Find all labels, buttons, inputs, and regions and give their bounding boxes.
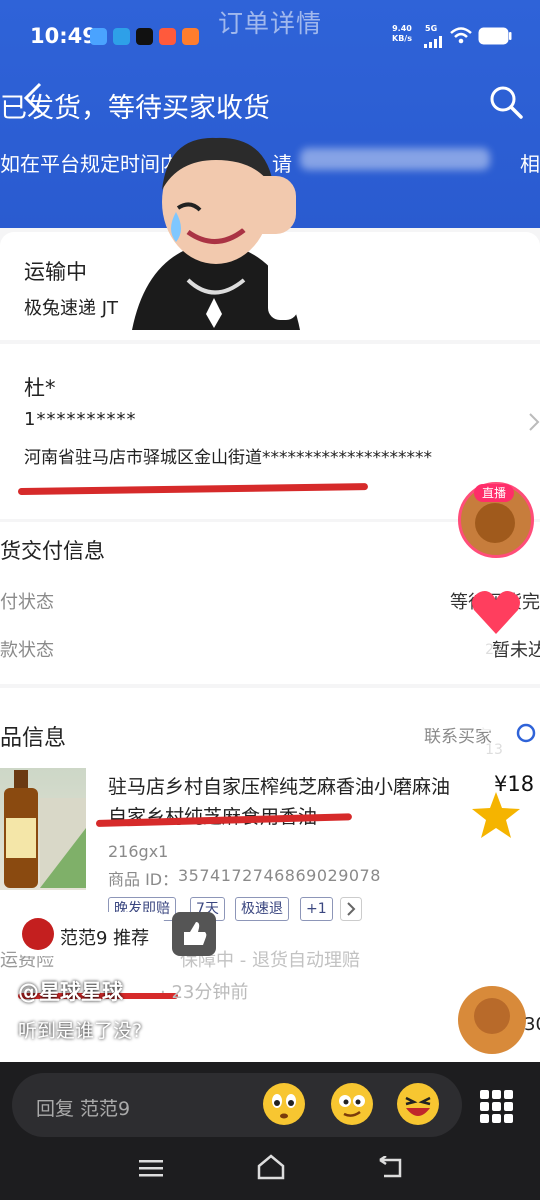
thumbs-up-button[interactable] [172,912,216,956]
favorites-count: 1 [489,844,499,860]
logistics-status: 运输中 [24,260,87,284]
delivery-section-title: 货交付信息 [0,539,105,563]
orange-app-icon [159,28,176,45]
reply-placeholder: 回复 范范9 [36,1098,131,1120]
partial-count: 30 [524,1014,540,1035]
subtitle-tail: 相 [520,152,540,176]
status-bar: 10:49 9.40 KB/s 5G [0,18,540,58]
thumbs-up-icon [184,922,207,945]
net-speed: 9.40 KB/s [392,24,412,44]
orange-app-icon [182,28,199,45]
recommender-avatar [22,918,54,950]
product-image[interactable] [0,768,86,890]
signal-5g: 5G [425,24,438,33]
author-avatar[interactable] [458,986,526,1054]
service-tag: 极速退 [235,897,289,921]
avatar [475,503,515,543]
grid-menu-icon[interactable] [478,1088,514,1124]
telegram-icon [113,28,130,45]
recommend-text: 范范9 推荐 [60,928,150,949]
back-nav-icon[interactable] [376,1156,404,1180]
delivery-row-label: 付状态 [0,592,54,613]
comments-count: 13 [485,742,503,758]
comment-time: · 23分钟前 [160,982,249,1003]
dizzy-emoji-icon[interactable] [330,1082,374,1126]
logistics-carrier: 极兔速递 JT [24,298,119,319]
favorite-star-icon[interactable] [470,790,522,840]
laughing-emoji-icon[interactable] [396,1082,440,1126]
comment-icon[interactable] [470,690,520,734]
product-spec: 216gx1 [108,842,169,861]
like-heart-icon[interactable] [470,588,522,636]
avatar-sticker [132,137,300,330]
more-tags-chevron-icon[interactable] [340,897,362,921]
recipient-name: 杜* [24,376,56,400]
tear-emoji-icon[interactable] [262,1082,306,1126]
signal-bars-icon [424,36,442,48]
recipient-address: 河南省驻马店市驿城区金山街道******************** [24,448,432,468]
net-speed-unit: KB/s [392,34,412,43]
wifi-icon [450,27,472,44]
shares-count: 1 [489,940,499,956]
service-tag[interactable]: +1 [300,897,333,921]
likes-count: 27 [485,642,503,658]
payment-row-label: 款状态 [0,640,54,661]
comment-username[interactable]: @星球星球 [18,976,123,1006]
search-icon[interactable] [488,84,524,120]
tiktok-icon [136,28,153,45]
screen: 订单详情 10:49 9.40 KB/s 5G 已发货，等待买家收货 如在平台规… [0,0,540,1200]
recipient-phone: 1********** [24,409,137,430]
menu-nav-icon[interactable] [138,1158,164,1180]
blue-app-icon [90,28,107,45]
status-time: 10:49 [30,24,97,48]
avatar [474,998,510,1034]
video-progress-bar[interactable] [16,1058,140,1061]
order-status-title: 已发货，等待买家收货 [0,93,270,124]
live-badge: 直播 [474,484,514,502]
product-name-line1[interactable]: 驻马店乡村自家压榨纯芝麻香油小磨麻油 [108,772,450,799]
product-id-value: 3574172746869029078 [178,866,381,885]
blurred-text [300,148,490,170]
share-arrow-icon[interactable] [470,890,522,936]
home-nav-icon[interactable] [256,1154,286,1180]
sesame-oil-bottle-icon [4,770,86,888]
chevron-right-icon [529,413,540,431]
net-speed-value: 9.40 [392,24,412,33]
product-id-label: 商品 ID： [108,870,179,889]
battery-icon [478,27,512,45]
comment-text: 听到是谁了没? [18,1020,143,1042]
product-section-title: 品信息 [0,726,67,751]
